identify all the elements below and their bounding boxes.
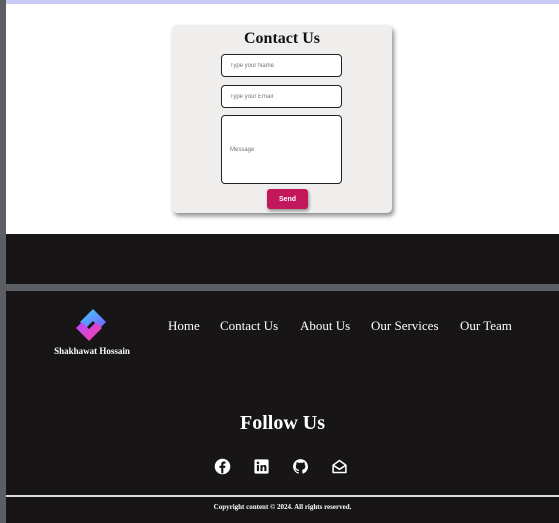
dark-band bbox=[6, 234, 559, 284]
nav-about-us[interactable]: About Us bbox=[300, 318, 350, 334]
footer-divider bbox=[6, 495, 559, 497]
footer-nav: Home Contact Us About Us Our Services Ou… bbox=[6, 318, 559, 336]
top-accent-strip bbox=[6, 0, 559, 4]
nav-contact-us[interactable]: Contact Us bbox=[220, 318, 278, 334]
contact-section: Contact Us Send bbox=[6, 0, 559, 234]
message-input[interactable] bbox=[221, 115, 342, 184]
follow-us-title: Follow Us bbox=[240, 412, 325, 434]
contact-title: Contact Us bbox=[244, 30, 320, 47]
nav-our-services[interactable]: Our Services bbox=[371, 318, 439, 334]
nav-home[interactable]: Home bbox=[168, 318, 200, 334]
name-input[interactable] bbox=[221, 54, 342, 77]
brand-name: Shakhawat Hossain bbox=[54, 346, 130, 356]
linkedin-icon[interactable] bbox=[253, 458, 270, 475]
nav-our-team[interactable]: Our Team bbox=[460, 318, 512, 334]
footer: Shakhawat Hossain Home Contact Us About … bbox=[6, 291, 559, 523]
github-icon[interactable] bbox=[292, 458, 309, 475]
copyright-text: Copyright content © 2024. All rights res… bbox=[213, 503, 352, 511]
email-input[interactable] bbox=[221, 85, 342, 108]
send-button[interactable]: Send bbox=[267, 189, 308, 209]
contact-form-card: Contact Us Send bbox=[172, 25, 392, 213]
email-icon[interactable] bbox=[331, 458, 348, 475]
facebook-icon[interactable] bbox=[214, 458, 231, 475]
